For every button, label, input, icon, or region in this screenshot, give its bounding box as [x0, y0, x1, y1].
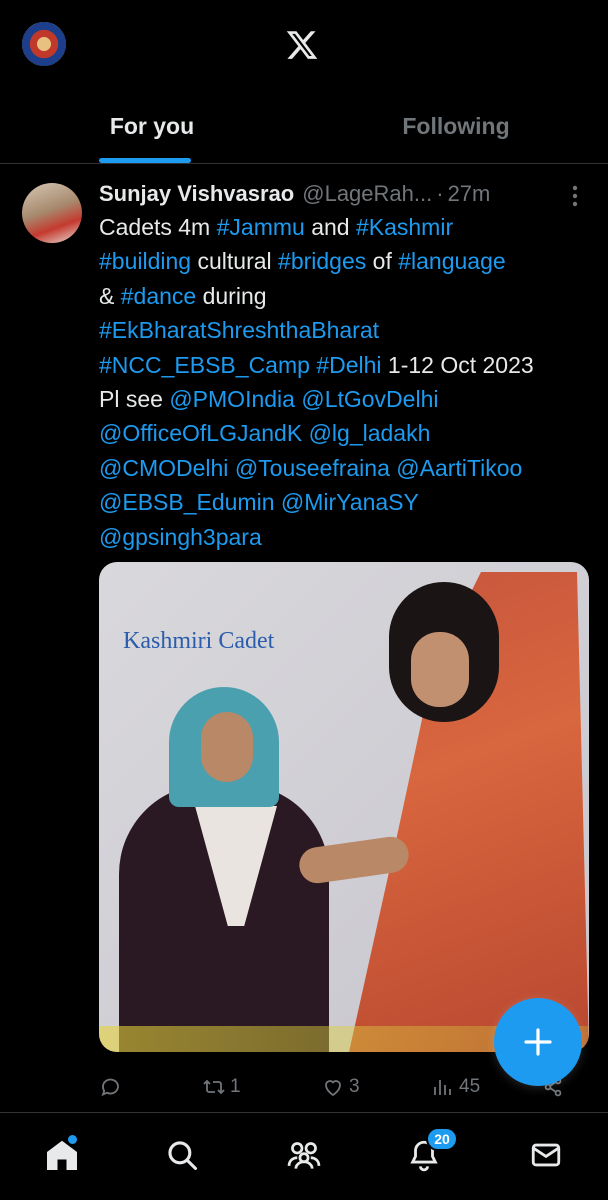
hashtag-link[interactable]: #bridges — [278, 248, 366, 274]
nav-messages[interactable] — [524, 1133, 568, 1177]
views-icon — [434, 1080, 451, 1095]
tab-following[interactable]: Following — [304, 90, 608, 163]
plus-icon — [524, 1028, 552, 1056]
tweet-text-line: #building cultural #bridges of #language — [99, 244, 599, 278]
hashtag-link[interactable]: #Kashmir — [356, 214, 453, 240]
author-avatar[interactable] — [22, 183, 82, 243]
timeline-tabs: For you Following — [0, 90, 608, 164]
bottom-navigation: 20 — [0, 1112, 608, 1200]
messages-icon — [531, 1143, 561, 1167]
x-logo-icon — [286, 31, 318, 59]
mention-link[interactable]: @CMODelhi — [99, 455, 228, 481]
communities-icon — [287, 1142, 321, 1169]
tweet-text-line: @gpsingh3para — [99, 520, 599, 554]
heart-icon — [325, 1080, 341, 1097]
hashtag-link[interactable]: #Delhi — [316, 352, 381, 378]
mention-link[interactable]: @gpsingh3para — [99, 524, 262, 550]
tweet-text-segment: 1-12 Oct 2023 — [381, 351, 534, 378]
tweet-text-segment: and — [304, 214, 356, 240]
repost-button[interactable]: 1 — [202, 1072, 241, 1102]
tweet-text-line: Pl see @PMOIndia @LtGovDelhi — [99, 382, 599, 416]
tweet-text-line: Cadets 4m #Jammu and #Kashmir — [99, 210, 599, 244]
top-bar — [0, 0, 608, 90]
hashtag-link[interactable]: #building — [99, 248, 191, 274]
active-tab-indicator — [99, 158, 191, 163]
nav-communities[interactable] — [282, 1133, 326, 1177]
compose-post-button[interactable] — [494, 998, 582, 1086]
tweet-text-line: & #dance during — [99, 279, 599, 313]
tweet-text-line: @EBSB_Edumin @MirYanaSY — [99, 485, 599, 519]
hashtag-link[interactable]: #EkBharatShreshthaBharat — [99, 317, 379, 343]
separator-dot: · — [436, 181, 444, 206]
mention-link[interactable]: @OfficeOfLGJandK — [99, 420, 302, 446]
like-button[interactable]: 3 — [321, 1072, 360, 1102]
hashtag-link[interactable]: #NCC_EBSB_Camp — [99, 352, 310, 378]
tweet-text-line: #EkBharatShreshthaBharat — [99, 313, 599, 347]
mention-link[interactable]: @EBSB_Edumin — [99, 489, 275, 515]
tweet-text-segment: during — [196, 282, 267, 309]
home-unread-dot — [68, 1135, 77, 1144]
tweet-text-segment: & — [99, 282, 121, 309]
tab-for-you[interactable]: For you — [0, 90, 304, 163]
mention-link[interactable]: @Touseefraina — [235, 455, 390, 481]
repost-count: 1 — [230, 1076, 241, 1097]
like-count: 3 — [349, 1076, 360, 1097]
tweet-actions: 1 3 45 — [99, 1072, 579, 1102]
author-handle[interactable]: @LageRah... — [302, 181, 432, 207]
views-count: 45 — [459, 1076, 481, 1097]
tweet[interactable]: Sunjay Vishvasrao @LageRah... · 27m Cade… — [0, 165, 608, 1110]
media-caption: Kashmiri Cadet — [123, 628, 275, 654]
tweet-text-line: @CMODelhi @Touseefraina @AartiTikoo — [99, 451, 599, 485]
mention-link[interactable]: @lg_ladakh — [309, 420, 431, 446]
media-figure-face — [411, 632, 469, 707]
more-options-icon[interactable] — [565, 183, 585, 209]
views-button[interactable]: 45 — [431, 1072, 480, 1102]
tweet-text: Cadets 4m #Jammu and #Kashmir #building c… — [99, 210, 599, 554]
tab-label: For you — [109, 113, 195, 139]
hashtag-link[interactable]: #dance — [121, 283, 196, 309]
reply-icon — [101, 1078, 119, 1097]
reply-button[interactable] — [99, 1072, 127, 1102]
author-name[interactable]: Sunjay Vishvasrao — [99, 181, 294, 207]
tweet-text-segment: cultural — [191, 248, 279, 275]
notifications-badge: 20 — [426, 1127, 458, 1151]
mention-link[interactable]: @MirYanaSY — [281, 489, 419, 515]
mention-link[interactable]: @PMOIndia — [169, 386, 295, 412]
tweet-media-video[interactable]: Kashmiri Cadet — [99, 562, 589, 1052]
tweet-text-segment: Pl see — [99, 386, 170, 413]
tweet-text-segment: Cadets 4m — [99, 214, 217, 240]
mention-link[interactable]: @LtGovDelhi — [301, 386, 438, 412]
hashtag-link[interactable]: #Jammu — [217, 214, 305, 240]
tweet-text-segment: of — [366, 248, 399, 275]
hashtag-link[interactable]: #language — [398, 248, 505, 274]
post-time[interactable]: 27m — [448, 181, 491, 207]
nav-search[interactable] — [160, 1133, 204, 1177]
repost-icon — [203, 1079, 225, 1095]
tweet-header: Sunjay Vishvasrao @LageRah... · 27m — [99, 179, 579, 209]
media-cadet-face — [201, 712, 253, 782]
nav-home[interactable] — [40, 1133, 84, 1177]
mention-link[interactable]: @AartiTikoo — [396, 455, 522, 481]
profile-avatar[interactable] — [22, 22, 66, 66]
tweet-text-line: @OfficeOfLGJandK @lg_ladakh — [99, 416, 599, 450]
tab-label: Following — [402, 113, 510, 139]
tweet-text-line: #NCC_EBSB_Camp #Delhi 1-12 Oct 2023 — [99, 348, 599, 382]
search-icon — [168, 1141, 198, 1171]
